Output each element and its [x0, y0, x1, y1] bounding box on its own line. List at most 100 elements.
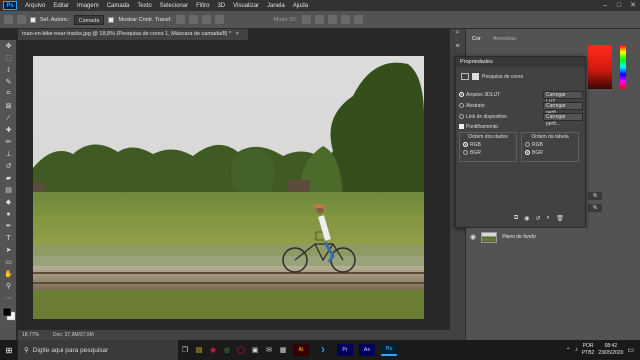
- orbit-3d-icon[interactable]: [301, 15, 311, 24]
- eyedropper-tool-icon[interactable]: ⁄: [0, 112, 17, 124]
- windows-start-icon[interactable]: ⊞: [0, 346, 18, 355]
- frame-tool-icon[interactable]: ⊠: [0, 100, 17, 112]
- document-tab-close-icon[interactable]: ×: [236, 31, 239, 37]
- menu-filtro[interactable]: Filtro: [192, 3, 213, 9]
- menu-camada[interactable]: Camada: [103, 3, 134, 9]
- align-left-icon[interactable]: [175, 15, 185, 24]
- maximize-icon[interactable]: □: [612, 0, 626, 11]
- show-transform-checkbox[interactable]: [108, 16, 115, 23]
- zoom-level[interactable]: 18,77%: [22, 330, 39, 340]
- history-brush-tool-icon[interactable]: ↺: [0, 160, 17, 172]
- marquee-tool-icon[interactable]: ⬚: [0, 52, 17, 64]
- foreground-background-icon[interactable]: [2, 307, 16, 321]
- load-abstract-dropdown[interactable]: Carregar perfi...: [543, 101, 583, 116]
- distribute-icon[interactable]: [214, 15, 224, 24]
- layer-select-dropdown[interactable]: Camada: [73, 14, 105, 25]
- dodge-tool-icon[interactable]: ●: [0, 208, 17, 220]
- gradient-tool-icon[interactable]: ▤: [0, 184, 17, 196]
- menu-editar[interactable]: Editar: [49, 3, 73, 9]
- explorer-icon[interactable]: ▤: [192, 346, 206, 354]
- move-tool-icon[interactable]: [17, 15, 26, 24]
- properties-panel-icon[interactable]: ≡: [450, 43, 465, 57]
- premiere-app-icon[interactable]: Pr: [337, 344, 353, 356]
- delete-icon[interactable]: 🗑: [556, 215, 564, 222]
- properties-panel-title[interactable]: Propriedades: [456, 57, 585, 67]
- tab-color[interactable]: Cor: [470, 36, 483, 46]
- blur-tool-icon[interactable]: ◆: [0, 196, 17, 208]
- load-3dlut-dropdown[interactable]: Carregar LUT...: [543, 90, 583, 105]
- photoshop-app-icon[interactable]: Ps: [381, 344, 397, 356]
- data-order-rgb[interactable]: RGB: [463, 142, 513, 148]
- more-tools-icon[interactable]: ···: [0, 292, 17, 304]
- store-icon[interactable]: ▣: [248, 346, 262, 354]
- scale-3d-icon[interactable]: [353, 15, 363, 24]
- load-device-link-dropdown[interactable]: Carregar perfi...: [543, 112, 583, 127]
- color-swatches-icon[interactable]: [0, 304, 17, 324]
- move-tool-icon[interactable]: ✥: [0, 40, 17, 52]
- roll-3d-icon[interactable]: [314, 15, 324, 24]
- menu-janela[interactable]: Janela: [263, 3, 289, 9]
- reset-icon[interactable]: ↺: [536, 215, 541, 222]
- menu-visualizar[interactable]: Visualizar: [229, 3, 263, 9]
- table-order-bgr[interactable]: BGR: [525, 150, 575, 156]
- history-panel-icon[interactable]: ⌕: [450, 29, 465, 43]
- table-order-rgb[interactable]: RGB: [525, 142, 575, 148]
- pan-3d-icon[interactable]: [327, 15, 337, 24]
- view-previous-icon[interactable]: ◉: [524, 215, 529, 222]
- healing-brush-tool-icon[interactable]: ✚: [0, 124, 17, 136]
- hue-slider[interactable]: [620, 45, 626, 89]
- clock-date[interactable]: 23/05/2020: [598, 350, 623, 357]
- brush-tool-icon[interactable]: ✏: [0, 136, 17, 148]
- clock-time[interactable]: 08:42: [598, 343, 623, 350]
- tab-swatches[interactable]: Amostras: [491, 36, 518, 46]
- auto-select-checkbox[interactable]: [30, 16, 36, 23]
- mask-icon[interactable]: [472, 73, 479, 80]
- close-icon[interactable]: ✕: [626, 0, 640, 11]
- radio-device-link[interactable]: Link de dispositivo: [459, 114, 507, 120]
- menu-ajuda[interactable]: Ajuda: [289, 3, 312, 9]
- taskbar-search[interactable]: ⚲ Digite aqui para pesquisar: [18, 340, 178, 360]
- mail-icon[interactable]: ✉: [262, 346, 276, 354]
- app-icon[interactable]: ▦: [276, 346, 290, 354]
- language-indicator[interactable]: POR: [582, 343, 595, 350]
- hand-tool-icon[interactable]: ✋: [0, 268, 17, 280]
- path-selection-tool-icon[interactable]: ➤: [0, 244, 17, 256]
- menu-selecionar[interactable]: Selecionar: [156, 3, 192, 9]
- chrome-icon[interactable]: ◎: [220, 346, 234, 354]
- slide-3d-icon[interactable]: [340, 15, 350, 24]
- visibility-icon[interactable]: ◐: [547, 215, 551, 222]
- document-size-info[interactable]: Doc: 37,9M/37,9M: [53, 330, 94, 340]
- data-order-bgr[interactable]: BGR: [463, 150, 513, 156]
- align-right-icon[interactable]: [201, 15, 211, 24]
- tray-volume-icon[interactable]: ♪: [575, 347, 578, 353]
- menu-arquivo[interactable]: Arquivo: [21, 3, 49, 9]
- task-view-icon[interactable]: ❐: [178, 346, 192, 354]
- color-picker-field[interactable]: [588, 45, 612, 89]
- align-center-icon[interactable]: [188, 15, 198, 24]
- menu-imagem[interactable]: Imagem: [73, 3, 103, 9]
- opera-icon[interactable]: ◯: [234, 346, 248, 354]
- menu-3d[interactable]: 3D: [213, 3, 229, 9]
- layer-name[interactable]: Plano de fundo: [502, 234, 536, 240]
- illustrator-app-icon[interactable]: Ai: [293, 344, 309, 356]
- keyboard-layout-indicator[interactable]: PTB2: [582, 350, 595, 357]
- home-icon[interactable]: [4, 15, 13, 24]
- zoom-tool-icon[interactable]: ⚲: [0, 280, 17, 292]
- radio-3dlut[interactable]: Arquivo 3DLUT: [459, 92, 500, 98]
- quick-select-tool-icon[interactable]: ✎: [0, 76, 17, 88]
- crop-tool-icon[interactable]: ⌗: [0, 88, 17, 100]
- minimize-icon[interactable]: –: [598, 0, 612, 11]
- media-player-icon[interactable]: ◉: [206, 346, 220, 354]
- layer-row[interactable]: ◉ Plano de fundo: [466, 228, 586, 246]
- fill-field[interactable]: %: [588, 204, 602, 212]
- document-canvas-photo[interactable]: [33, 56, 424, 319]
- clip-to-layer-icon[interactable]: ⧉: [514, 215, 518, 222]
- radio-abstract[interactable]: Abstrato: [459, 103, 485, 109]
- menu-texto[interactable]: Texto: [133, 3, 155, 9]
- layer-visibility-icon[interactable]: ◉: [470, 233, 476, 241]
- after-effects-app-icon[interactable]: Ae: [359, 344, 375, 356]
- tray-network-icon[interactable]: ⌃: [566, 347, 571, 354]
- vscode-icon[interactable]: ❯: [315, 344, 331, 356]
- opacity-field[interactable]: %: [588, 192, 602, 200]
- notification-icon[interactable]: ▭: [627, 346, 634, 354]
